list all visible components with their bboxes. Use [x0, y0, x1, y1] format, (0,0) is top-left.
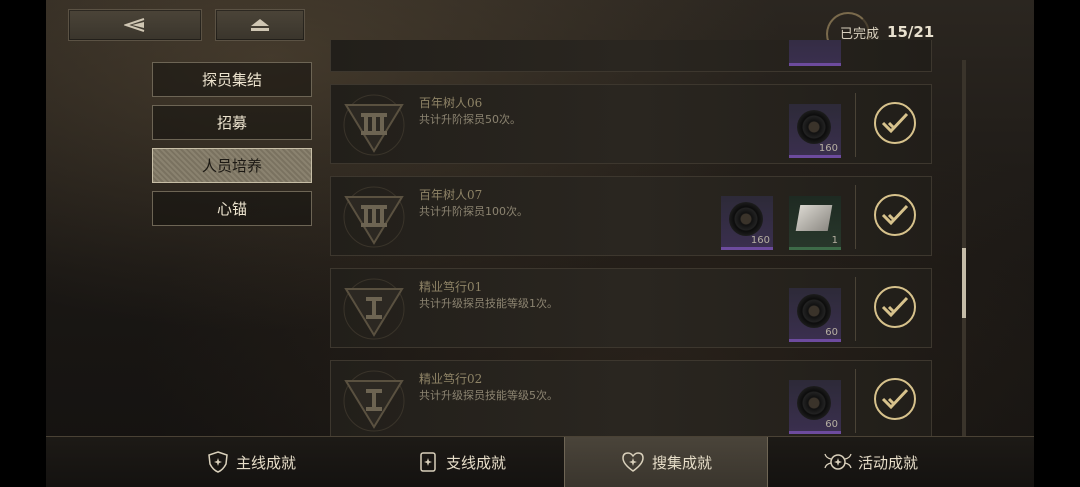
achievement-title: 百年树人06	[419, 96, 483, 110]
divider	[855, 185, 856, 249]
rank-III-emblem-icon	[343, 186, 405, 248]
sidebar-item-anchor[interactable]: 心锚	[152, 191, 312, 226]
record-disc-icon	[797, 294, 831, 328]
completed-check-icon	[874, 102, 916, 144]
reward-qty: 60	[825, 327, 838, 338]
completed-check-icon	[874, 378, 916, 420]
tab-collection-achievements[interactable]: 搜集成就	[564, 437, 768, 487]
achievement-title: 百年树人07	[419, 188, 483, 202]
reward-item[interactable]: 60	[789, 288, 841, 342]
bottom-tab-bar: 主线成就 支线成就 搜集成就 活动成就	[46, 436, 1034, 487]
achievement-desc: 共计升阶探员50次。	[419, 113, 521, 126]
letterbox-right	[1034, 0, 1080, 486]
heart-star-icon	[622, 452, 644, 472]
reward-qty: 160	[818, 143, 838, 154]
reward-qty: 60	[825, 419, 838, 430]
record-disc-icon	[729, 202, 763, 236]
paper-item-icon	[795, 205, 833, 231]
achievement-desc: 共计升级探员技能等级5次。	[419, 389, 558, 402]
tab-label: 搜集成就	[651, 453, 712, 472]
reward-qty: 160	[750, 235, 770, 246]
card-star-icon	[420, 452, 436, 472]
achievement-title: 精业笃行02	[419, 372, 483, 386]
wing-star-icon	[824, 453, 852, 470]
letterbox-left	[0, 0, 46, 486]
record-disc-icon	[797, 386, 831, 420]
game-screen: 已完成 15/21 探员集结 招募 人员培养 心锚 百年树人06 共计升阶探员5…	[0, 0, 1080, 487]
scrollbar-thumb[interactable]	[962, 248, 966, 318]
completed-check-icon	[874, 286, 916, 328]
tab-label: 支线成就	[445, 453, 506, 472]
progress-label: 已完成	[840, 26, 880, 42]
tab-label: 活动成就	[857, 453, 918, 472]
achievement-desc: 共计升阶探员100次。	[419, 205, 528, 218]
record-disc-icon	[797, 110, 831, 144]
tab-main-achievements[interactable]: 主线成就	[166, 437, 336, 487]
achievement-card: 精业笃行01 共计升级探员技能等级1次。 60	[330, 268, 932, 348]
rank-I-emblem-icon	[343, 278, 405, 340]
home-icon	[251, 19, 269, 31]
sidebar-item-recruit[interactable]: 招募	[152, 105, 312, 140]
tab-event-achievements[interactable]: 活动成就	[786, 437, 956, 487]
achievement-card: 百年树人06 共计升阶探员50次。 160	[330, 84, 932, 164]
achievement-desc: 共计升级探员技能等级1次。	[419, 297, 558, 310]
progress-count: 15/21	[887, 23, 935, 41]
shield-star-icon	[208, 451, 228, 473]
achievement-card: 精业笃行02 共计升级探员技能等级5次。 60	[330, 360, 932, 436]
achievement-title: 精业笃行01	[419, 280, 483, 294]
back-button[interactable]	[68, 9, 202, 41]
sidebar-item-training[interactable]: 人员培养	[152, 148, 312, 183]
reward-item[interactable]: 1	[789, 196, 841, 250]
reward-item	[789, 40, 841, 66]
reward-qty: 1	[831, 235, 838, 246]
achievement-card: 百年树人07 共计升阶探员100次。 160 1	[330, 176, 932, 256]
tab-label: 主线成就	[235, 453, 296, 472]
completed-check-icon	[874, 194, 916, 236]
rank-III-emblem-icon	[343, 94, 405, 156]
achievement-list[interactable]: 百年树人06 共计升阶探员50次。 160 百年树人07 共计升阶探员100次。…	[330, 40, 934, 436]
achievement-card-partial	[330, 40, 932, 72]
sidebar-item-assemble[interactable]: 探员集结	[152, 62, 312, 97]
reward-item[interactable]: 160	[789, 104, 841, 158]
divider	[855, 277, 856, 341]
reward-item[interactable]: 60	[789, 380, 841, 434]
home-button[interactable]	[215, 9, 305, 41]
tab-side-achievements[interactable]: 支线成就	[376, 437, 546, 487]
back-arrow-icon	[124, 18, 145, 32]
reward-item[interactable]: 160	[721, 196, 773, 250]
rank-I-emblem-icon	[343, 370, 405, 432]
divider	[855, 369, 856, 433]
divider	[855, 93, 856, 157]
